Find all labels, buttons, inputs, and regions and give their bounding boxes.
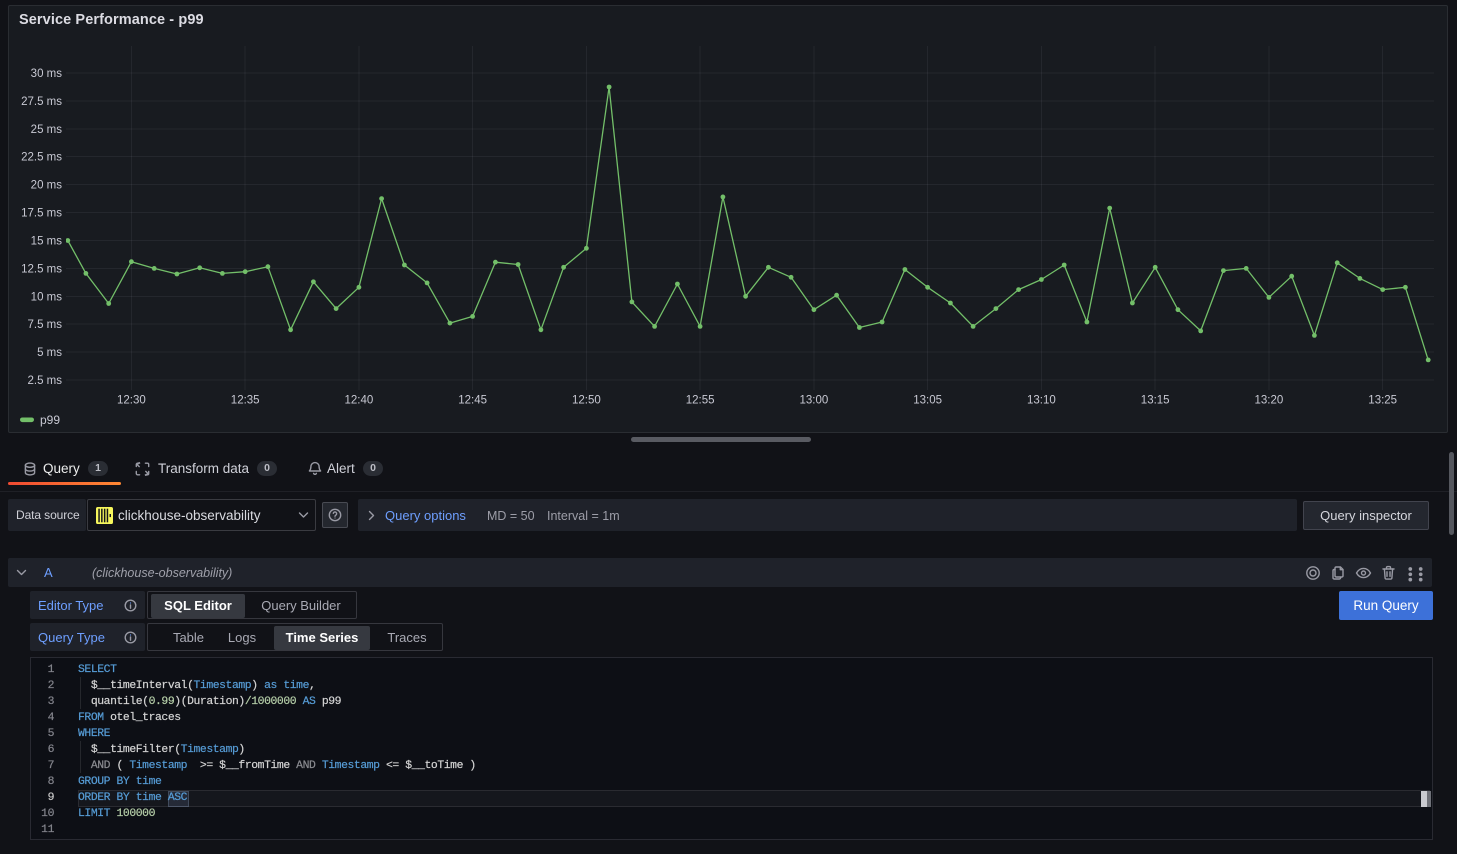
svg-text:12:45: 12:45 — [458, 395, 487, 407]
svg-text:17.5 ms: 17.5 ms — [21, 208, 62, 220]
svg-text:13:25: 13:25 — [1368, 395, 1397, 407]
svg-text:12:40: 12:40 — [345, 395, 374, 407]
svg-text:30 ms: 30 ms — [31, 68, 63, 80]
svg-text:13:20: 13:20 — [1255, 395, 1284, 407]
svg-text:p99: p99 — [40, 413, 60, 427]
svg-text:15 ms: 15 ms — [31, 236, 63, 248]
svg-text:12:55: 12:55 — [686, 395, 715, 407]
svg-text:10 ms: 10 ms — [31, 291, 63, 303]
svg-text:12.5 ms: 12.5 ms — [21, 263, 62, 275]
svg-text:13:00: 13:00 — [800, 395, 829, 407]
svg-text:2.5 ms: 2.5 ms — [27, 375, 62, 387]
svg-text:7.5 ms: 7.5 ms — [27, 319, 62, 331]
svg-text:12:50: 12:50 — [572, 395, 601, 407]
svg-text:20 ms: 20 ms — [31, 180, 63, 192]
svg-text:25 ms: 25 ms — [31, 124, 63, 136]
svg-text:22.5 ms: 22.5 ms — [21, 152, 62, 164]
svg-text:12:30: 12:30 — [117, 395, 146, 407]
svg-text:13:05: 13:05 — [913, 395, 942, 407]
svg-text:12:35: 12:35 — [231, 395, 260, 407]
svg-text:13:10: 13:10 — [1027, 395, 1056, 407]
svg-text:5 ms: 5 ms — [37, 347, 62, 359]
svg-text:27.5 ms: 27.5 ms — [21, 96, 62, 108]
svg-text:13:15: 13:15 — [1141, 395, 1170, 407]
